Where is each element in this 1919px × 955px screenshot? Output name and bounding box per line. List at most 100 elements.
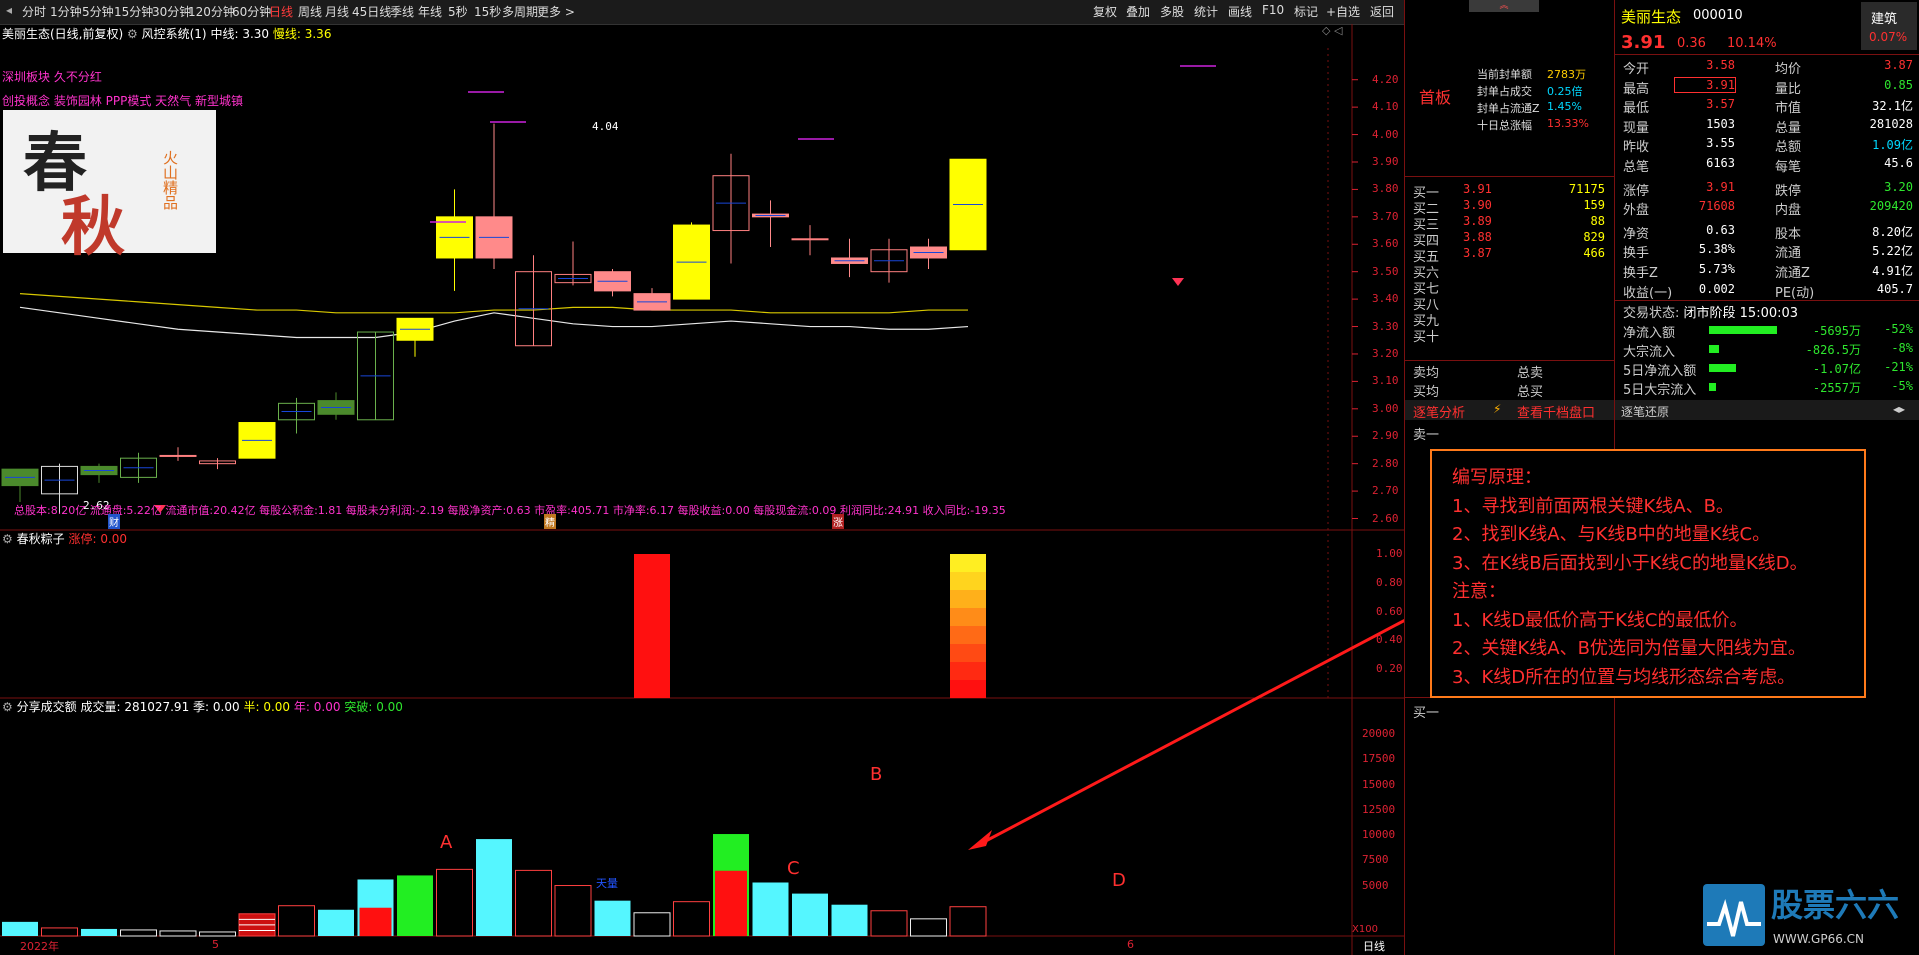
toolbar-button[interactable]: F10 [1262, 3, 1284, 17]
quote-value: 3.91 [1706, 179, 1735, 194]
panel-options-icon[interactable]: ◂▸ [1893, 402, 1905, 416]
seal-label: 封单占流通Z [1477, 102, 1540, 115]
zongzi-bar [950, 662, 986, 680]
period-tab[interactable]: 周线 [298, 3, 322, 20]
zongzi-tick-label: 0.60 [1376, 604, 1403, 618]
flow-pct: -52% [1884, 322, 1913, 336]
bid-volume: 71175 [1568, 182, 1605, 196]
zongzi-title[interactable]: 春秋粽子 [17, 532, 65, 546]
quote-value: 3.58 [1706, 58, 1735, 72]
seal-value: 1.45% [1547, 100, 1582, 113]
zongzi-bar [950, 572, 986, 590]
tupo-label: 突破: [344, 700, 373, 714]
toolbar-button[interactable]: 复权 [1093, 3, 1117, 20]
sell-avg-label: 卖均 [1413, 366, 1440, 381]
vol-title[interactable]: 分享成交额 [17, 700, 77, 714]
candle-body [791, 238, 829, 241]
volume-bar [159, 930, 197, 937]
price-tick-label: 3.00 [1372, 401, 1399, 415]
bid-volume: 829 [1583, 230, 1605, 244]
volume-bar-inner [715, 870, 747, 936]
period-tab[interactable]: 多周期 [502, 3, 538, 20]
period-tab[interactable]: 15分钟 [114, 3, 153, 20]
toolbar-button[interactable]: 叠加 [1126, 3, 1150, 20]
nian-label: 年: [293, 700, 310, 714]
volume-bar [594, 900, 631, 936]
quote-value: 4.91亿 [1872, 264, 1913, 278]
period-tab[interactable]: 15秒 [474, 3, 501, 20]
period-tab[interactable]: 120分钟 [188, 3, 235, 20]
volume-bar [278, 905, 315, 937]
x-period-label[interactable]: 日线 [1363, 938, 1385, 954]
volume-tick-label: 5000 [1362, 878, 1389, 892]
seal-label: 当前封单额 [1477, 68, 1532, 81]
volume-tick-label: 15000 [1362, 777, 1396, 791]
quote-value: 0.63 [1706, 222, 1735, 237]
ban-value: 0.00 [263, 700, 291, 714]
period-tab[interactable]: 45日线 [352, 3, 391, 20]
price-change-pct: 10.14% [1727, 36, 1777, 51]
sector-name: 建筑 [1871, 12, 1898, 27]
tick-analysis-bar: 逐笔分析 ⚡ 查看千档盘口 [1405, 400, 1615, 421]
period-tab[interactable]: 5秒 [448, 3, 468, 20]
tick-restore-bar: 逐笔还原 ◂▸ [1615, 400, 1919, 420]
gp66-logo-icon [1703, 884, 1765, 946]
quote-value: 1.09亿 [1872, 138, 1913, 153]
badge-jing[interactable]: 精 [544, 514, 556, 529]
toolbar-button[interactable]: 画线 [1228, 3, 1252, 20]
price-tick-label: 3.50 [1372, 264, 1399, 278]
sector-box[interactable]: 建筑 0.07% [1861, 2, 1917, 50]
quote-value: 3.57 [1706, 97, 1735, 112]
zongzi-tick-label: 0.20 [1376, 662, 1403, 676]
period-tab[interactable]: 分时 [22, 3, 46, 20]
quote-value: 3.87 [1884, 58, 1913, 72]
badge-zhang[interactable]: 涨 [832, 514, 844, 529]
vol-unit: X100 [1352, 924, 1378, 935]
toolbar-button[interactable]: 多股 [1160, 3, 1184, 20]
tick-analysis-tab[interactable]: 逐笔分析 [1413, 402, 1465, 421]
period-tab[interactable]: 5分钟 [82, 3, 114, 20]
volume-bar [949, 906, 987, 937]
quote-value: 209420 [1869, 199, 1913, 214]
price-tick-label: 2.80 [1372, 456, 1399, 470]
trade-status: 交易状态: 闭市阶段 15:00:03 [1623, 302, 1798, 321]
volume-tick-label: 12500 [1362, 802, 1396, 816]
period-tab[interactable]: 1分钟 [50, 3, 82, 20]
gp66-watermark: 股票六六 WWW.GP66.CN [1703, 880, 1919, 952]
zongzi-tick-label: 0.40 [1376, 633, 1403, 647]
seal-value: 13.33% [1547, 117, 1589, 130]
volume-bar [318, 909, 354, 936]
period-tab[interactable]: 30分钟 [152, 3, 191, 20]
collapse-up-icon[interactable]: ︽ [1469, 0, 1539, 12]
mark-a: A [440, 832, 453, 853]
seal-label: 十日总涨幅 [1477, 119, 1532, 132]
volume-bar [792, 893, 828, 936]
quote-value: 45.6 [1884, 156, 1913, 170]
buy-avg-label: 买均 [1413, 385, 1440, 400]
period-tab[interactable]: 年线 [418, 3, 442, 20]
volume-bar [673, 901, 710, 937]
badge-cai[interactable]: 财 [108, 514, 120, 529]
price-tick-label: 4.00 [1372, 127, 1399, 141]
period-tab[interactable]: 更多 > [537, 3, 575, 20]
period-tab[interactable]: 月线 [325, 3, 349, 20]
flow-pct: -5% [1891, 379, 1913, 393]
kline-chart-area[interactable]: 美丽生态(日线,前复权) ⚙ 风控系统(1) 中线: 3.30 慢线: 3.36… [0, 24, 1404, 955]
price-tick-label: 3.30 [1372, 319, 1399, 333]
view-1000-button[interactable]: 查看千档盘口 [1517, 402, 1595, 421]
note-line: 编写原理： [1452, 467, 1542, 488]
toolbar-arrow-icon[interactable]: ◂ [6, 3, 12, 17]
tick-restore-title[interactable]: 逐笔还原 [1621, 403, 1669, 420]
toolbar-button[interactable]: 返回 [1370, 3, 1394, 20]
period-tab[interactable]: 季线 [390, 3, 414, 20]
toolbar-button[interactable]: 统计 [1194, 3, 1218, 20]
period-tab[interactable]: 日线 [269, 3, 293, 20]
toolbar-button[interactable]: 标记 [1294, 3, 1318, 20]
vol-value: 281027.91 [124, 700, 190, 714]
quote-label: 跌停 [1775, 183, 1802, 199]
quote-label: 涨停 [1623, 183, 1650, 199]
period-tab[interactable]: 60分钟 [232, 3, 271, 20]
volume-tick-label: 10000 [1362, 828, 1396, 842]
toolbar-button[interactable]: +自选 [1326, 3, 1360, 20]
price-tick-label: 3.20 [1372, 346, 1399, 360]
